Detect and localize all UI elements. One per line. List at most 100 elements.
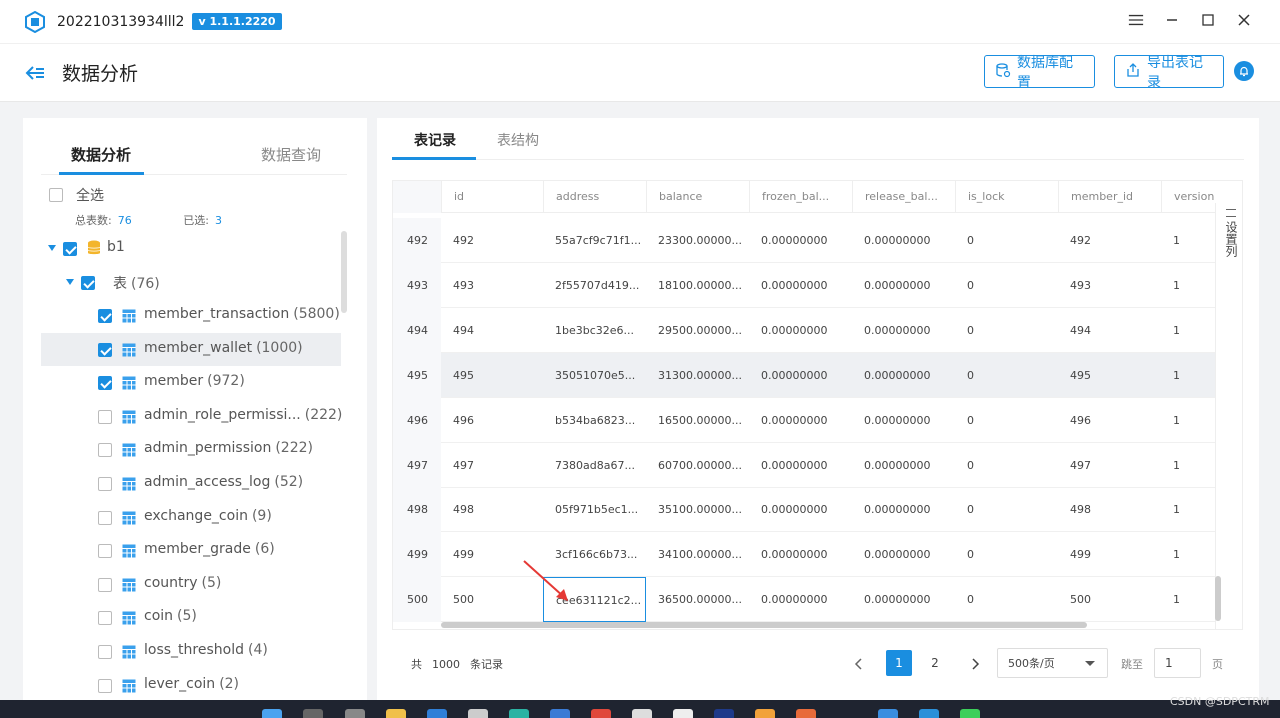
wechat-icon[interactable]: [960, 709, 980, 718]
word-icon[interactable]: [550, 709, 570, 718]
table-cell[interactable]: 0.00000000: [749, 218, 852, 263]
table-row[interactable]: 494 494 1be3bc32e6... 29500.00000... 0.00000…: [393, 307, 1215, 353]
prev-page-icon[interactable]: [849, 652, 869, 676]
table-cell[interactable]: 0.00000000: [749, 263, 852, 308]
table-cell[interactable]: 55a7cf9c71f1...: [543, 218, 646, 263]
table-cell[interactable]: 0: [955, 398, 1058, 443]
table-cell[interactable]: 1: [1161, 398, 1215, 443]
table-cell[interactable]: 23300.00000...: [646, 218, 749, 263]
table-cell[interactable]: 0.00000000: [852, 353, 955, 398]
folder-icon[interactable]: [755, 709, 775, 718]
table-cell[interactable]: 495: [441, 353, 543, 398]
table-cell[interactable]: 0.00000000: [852, 218, 955, 263]
table-cell[interactable]: 0: [955, 218, 1058, 263]
table-cell[interactable]: 0.00000000: [852, 487, 955, 532]
table-cell[interactable]: 1: [1161, 218, 1215, 263]
column-header[interactable]: version: [1161, 181, 1215, 213]
table-checkbox[interactable]: [98, 510, 112, 525]
table-cell[interactable]: 492: [441, 218, 543, 263]
table-cell[interactable]: 0.00000000: [749, 577, 852, 622]
table-cell[interactable]: 0.00000000: [749, 443, 852, 488]
table-item[interactable]: member (972): [23, 366, 341, 399]
table-cell[interactable]: 1: [1161, 577, 1215, 622]
table-cell[interactable]: 2f55707d419...: [543, 263, 646, 308]
column-header[interactable]: is_lock: [955, 181, 1058, 213]
table-cell[interactable]: 0: [955, 443, 1058, 488]
select-all-checkbox[interactable]: [49, 188, 63, 202]
table-cell[interactable]: 0: [955, 487, 1058, 532]
column-header[interactable]: address: [543, 181, 646, 213]
page-size-select[interactable]: 500条/页: [997, 648, 1108, 678]
messenger-icon[interactable]: [919, 709, 939, 718]
table-row[interactable]: 496 496 b534ba6823... 16500.00000... 0.00000…: [393, 397, 1215, 443]
table-cell[interactable]: 1: [1161, 487, 1215, 532]
table-item[interactable]: member_grade (6): [23, 534, 341, 567]
table-cell[interactable]: 7380ad8a67...: [543, 443, 646, 488]
close-icon[interactable]: [1236, 12, 1252, 28]
tree-group-row[interactable]: 表 (76): [23, 265, 341, 298]
table-checkbox[interactable]: [98, 309, 112, 323]
table-cell[interactable]: 1: [1161, 263, 1215, 308]
table-cell[interactable]: 496: [441, 398, 543, 443]
table-checkbox[interactable]: [98, 342, 112, 357]
table-cell[interactable]: 493: [1058, 263, 1161, 308]
table-item[interactable]: admin_role_permissi... (222): [23, 400, 342, 433]
table-checkbox[interactable]: [98, 409, 112, 424]
group-checkbox[interactable]: [81, 276, 95, 290]
table-cell[interactable]: 0.00000000: [852, 532, 955, 577]
table-cell[interactable]: 492: [1058, 218, 1161, 263]
table-cell[interactable]: 05f971b5ec1...: [543, 487, 646, 532]
table-cell[interactable]: 498: [441, 487, 543, 532]
table-cell[interactable]: 34100.00000...: [646, 532, 749, 577]
app2-icon[interactable]: [796, 709, 816, 718]
minimize-icon[interactable]: [1164, 12, 1180, 28]
table-checkbox[interactable]: [98, 611, 112, 626]
table-item[interactable]: coin (5): [23, 601, 341, 634]
task-view-icon[interactable]: [345, 709, 365, 718]
table-cell[interactable]: 0.00000000: [852, 263, 955, 308]
table-cell[interactable]: 0.00000000: [852, 443, 955, 488]
table-row[interactable]: 499 499 3cf166c6b73... 34100.00000... 0.0000…: [393, 532, 1215, 578]
app-icon[interactable]: [632, 709, 652, 718]
table-checkbox[interactable]: [98, 376, 112, 391]
table-cell[interactable]: 0.00000000: [852, 398, 955, 443]
table-cell[interactable]: 35100.00000...: [646, 487, 749, 532]
table-cell[interactable]: 31300.00000...: [646, 353, 749, 398]
table-item[interactable]: country (5): [23, 568, 341, 601]
table-item[interactable]: admin_permission (222): [23, 433, 341, 466]
table-cell[interactable]: 497: [441, 443, 543, 488]
expand-arrow-icon[interactable]: [48, 245, 56, 251]
column-header[interactable]: balance: [646, 181, 749, 213]
goto-page-input[interactable]: 1: [1154, 648, 1201, 678]
column-settings-panel[interactable]: 设置列: [1215, 203, 1242, 629]
table-row[interactable]: 498 498 05f971b5ec1... 35100.00000... 0.0000…: [393, 487, 1215, 533]
table-row[interactable]: 495 495 35051070e5... 31300.00000... 0.00000…: [393, 352, 1215, 398]
table-row[interactable]: 493 493 2f55707d419... 18100.00000... 0.0000…: [393, 262, 1215, 308]
shield-icon[interactable]: [427, 709, 447, 718]
column-header[interactable]: release_bal...: [852, 181, 955, 213]
back-arrow-icon[interactable]: [24, 62, 46, 84]
briefcase-icon[interactable]: [468, 709, 488, 718]
tab-data-analysis[interactable]: 数据分析: [71, 144, 131, 165]
table-cell[interactable]: 1: [1161, 308, 1215, 353]
table-cell[interactable]: 0: [955, 577, 1058, 622]
table-cell[interactable]: 500: [1058, 577, 1161, 622]
edge-icon[interactable]: [509, 709, 529, 718]
table-row[interactable]: 492 492 55a7cf9c71f1... 23300.00000... 0.000…: [393, 218, 1215, 263]
page-button-1[interactable]: 1: [886, 650, 912, 676]
table-checkbox[interactable]: [98, 577, 112, 592]
table-cell[interactable]: 0: [955, 308, 1058, 353]
table-cell[interactable]: 1be3bc32e6...: [543, 308, 646, 353]
table-cell[interactable]: 0.00000000: [749, 487, 852, 532]
search-icon[interactable]: [303, 709, 323, 718]
next-page-icon[interactable]: [965, 652, 985, 676]
table-item[interactable]: member_wallet (1000): [41, 332, 341, 366]
vertical-scrollbar[interactable]: [1215, 576, 1221, 621]
document-icon[interactable]: [673, 709, 693, 718]
table-cell[interactable]: 499: [1058, 532, 1161, 577]
table-cell[interactable]: 0.00000000: [749, 532, 852, 577]
table-cell[interactable]: 0: [955, 532, 1058, 577]
db-config-button[interactable]: 数据库配置: [984, 55, 1095, 91]
table-row[interactable]: 500 500 cee631121c2... 36500.00000... 0.0000…: [393, 577, 1215, 623]
column-header[interactable]: member_id: [1058, 181, 1161, 213]
